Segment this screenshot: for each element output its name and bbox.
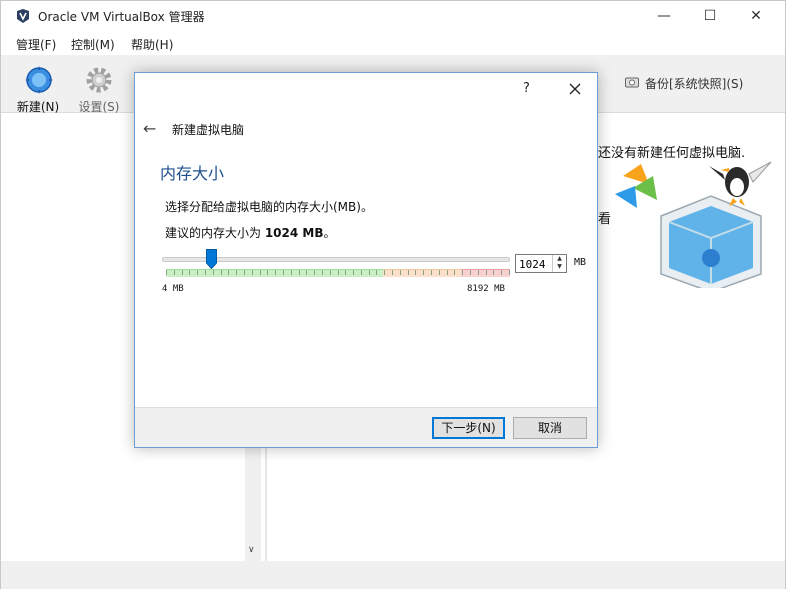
dialog-help-button[interactable]: ?: [523, 81, 530, 96]
new-vm-button[interactable]: 新建(N): [10, 59, 66, 114]
scroll-down-icon[interactable]: ∨: [248, 545, 255, 555]
next-button[interactable]: 下一步(N): [432, 417, 505, 439]
dialog-header: 新建虚拟电脑: [172, 123, 245, 137]
snapshot-label: 备份[系统快照](S): [645, 77, 744, 91]
dialog-footer: 下一步(N) 取消: [135, 407, 597, 447]
camera-icon: [625, 77, 639, 88]
minimize-button[interactable]: —: [641, 3, 687, 29]
settings-button[interactable]: 设置(S): [71, 59, 127, 114]
spin-buttons: ▲ ▼: [552, 255, 566, 272]
back-arrow-icon[interactable]: ←: [143, 119, 156, 138]
menu-control[interactable]: 控制(M): [71, 36, 115, 53]
memory-input[interactable]: [516, 255, 550, 272]
recommended-value: 1024 MB: [264, 226, 324, 240]
close-icon: [569, 83, 581, 95]
window-title: Oracle VM VirtualBox 管理器: [38, 10, 205, 24]
slider-min-label: 4 MB: [162, 284, 184, 294]
welcome-illustration: [615, 161, 772, 288]
dialog-close-button[interactable]: [561, 77, 589, 101]
menu-help[interactable]: 帮助(H): [131, 36, 173, 53]
slider-scale: [166, 269, 510, 277]
spin-up-icon[interactable]: ▲: [553, 255, 566, 263]
recommendation-text: 建议的内存大小为 1024 MB。: [165, 226, 336, 240]
maximize-button[interactable]: ☐: [687, 3, 733, 29]
title-bar: Oracle VM VirtualBox 管理器 — ☐ ✕: [1, 1, 785, 31]
slider-handle[interactable]: [205, 249, 217, 269]
menu-bar: 管理(F) 控制(M) 帮助(H): [1, 32, 785, 54]
memory-unit: MB: [574, 257, 587, 268]
instruction-text: 选择分配给虚拟电脑的内存大小(MB)。: [165, 200, 373, 214]
cancel-button[interactable]: 取消: [513, 417, 587, 439]
new-vm-icon: [25, 66, 53, 94]
memory-spinbox[interactable]: ▲ ▼: [515, 254, 567, 273]
virtualbox-logo-icon: [17, 9, 29, 23]
status-bar: [1, 561, 785, 589]
welcome-text-2: 看: [598, 212, 612, 227]
gear-icon: [86, 67, 112, 93]
close-button[interactable]: ✕: [733, 3, 779, 29]
section-title: 内存大小: [160, 164, 225, 183]
new-vm-dialog: ? ← 新建虚拟电脑 内存大小 选择分配给虚拟电脑的内存大小(MB)。 建议的内…: [134, 72, 598, 448]
menu-manage[interactable]: 管理(F): [16, 36, 56, 53]
slider-max-label: 8192 MB: [467, 284, 505, 294]
memory-slider[interactable]: [162, 247, 512, 283]
spin-down-icon[interactable]: ▼: [553, 263, 566, 271]
scale-ticks: [166, 270, 510, 275]
